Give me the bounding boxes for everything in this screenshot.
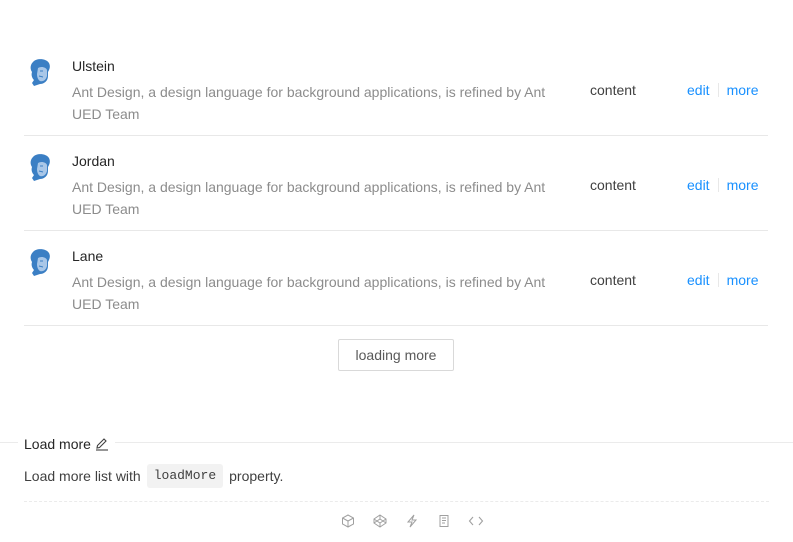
item-actions: edit more xyxy=(687,271,758,289)
more-link[interactable]: more xyxy=(727,81,759,99)
action-divider xyxy=(717,83,719,97)
edit-link[interactable]: edit xyxy=(687,271,710,289)
edit-icon[interactable] xyxy=(95,437,109,451)
user-description: Ant Design, a design language for backgr… xyxy=(72,84,546,122)
item-content: content xyxy=(590,177,636,193)
demo-description-text: Load more list with xyxy=(24,468,141,484)
inline-code: loadMore xyxy=(146,464,224,488)
edit-link[interactable]: edit xyxy=(687,176,710,194)
code-actions-divider xyxy=(24,501,769,502)
codepen-icon[interactable] xyxy=(372,512,388,530)
copy-icon[interactable] xyxy=(436,512,452,530)
item-actions: edit more xyxy=(687,81,758,99)
list-item: Ulstein Ant Design, a design language fo… xyxy=(24,41,768,136)
demo-description-text-end: property. xyxy=(229,468,284,484)
code-actions xyxy=(340,512,484,530)
demo-title: Load more xyxy=(18,436,115,452)
user-list: Ulstein Ant Design, a design language fo… xyxy=(24,41,768,326)
avatar-portrait-icon xyxy=(30,249,50,276)
load-more-button[interactable]: loading more xyxy=(338,339,454,371)
demo-description: Load more list with loadMore property. xyxy=(24,464,283,488)
user-name: Lane xyxy=(72,248,104,264)
meta-divider xyxy=(0,442,793,443)
avatar-portrait-icon xyxy=(30,59,50,86)
item-actions: edit more xyxy=(687,176,758,194)
item-content: content xyxy=(590,82,636,98)
avatar xyxy=(24,56,56,88)
stackblitz-icon[interactable] xyxy=(404,512,420,530)
avatar xyxy=(24,151,56,183)
user-name: Ulstein xyxy=(72,58,115,74)
user-name: Jordan xyxy=(72,153,115,169)
demo-title-link[interactable]: Load more xyxy=(24,436,91,452)
list-item: Lane Ant Design, a design language for b… xyxy=(24,231,768,326)
list-item: Jordan Ant Design, a design language for… xyxy=(24,136,768,231)
item-content: content xyxy=(590,272,636,288)
user-description: Ant Design, a design language for backgr… xyxy=(72,274,546,312)
more-link[interactable]: more xyxy=(727,271,759,289)
codesandbox-icon[interactable] xyxy=(340,512,356,530)
action-divider xyxy=(717,178,719,192)
user-description: Ant Design, a design language for backgr… xyxy=(72,179,546,217)
action-divider xyxy=(717,273,719,287)
demo-page: Ulstein Ant Design, a design language fo… xyxy=(0,0,793,542)
avatar xyxy=(24,246,56,278)
avatar-portrait-icon xyxy=(30,154,50,181)
edit-link[interactable]: edit xyxy=(687,81,710,99)
more-link[interactable]: more xyxy=(727,176,759,194)
expand-code-icon[interactable] xyxy=(468,512,484,530)
